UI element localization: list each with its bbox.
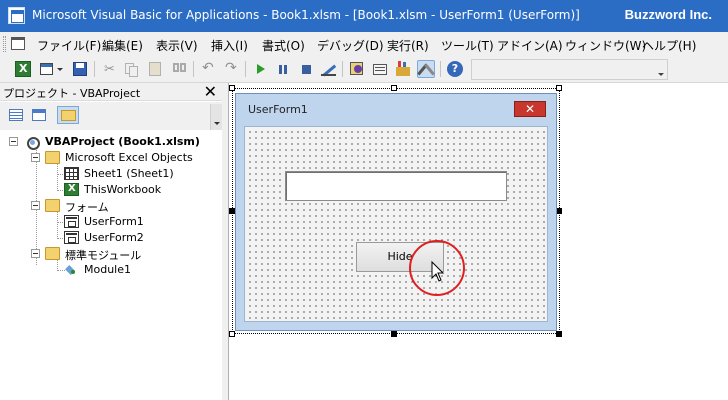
title-bar: Microsoft Visual Basic for Applications … — [0, 0, 728, 32]
toggle-folders-icon[interactable] — [57, 106, 79, 124]
help-icon[interactable]: ? — [446, 60, 464, 78]
redo-icon[interactable]: ↷ — [222, 60, 240, 78]
excel-view-icon[interactable]: X — [14, 60, 32, 78]
menu-addins[interactable]: アドイン(A) — [497, 37, 563, 54]
menu-insert[interactable]: 挿入(I) — [211, 37, 248, 54]
tree-connector — [57, 211, 58, 237]
system-menu-icon[interactable] — [11, 37, 25, 50]
explorer-toolbar-overflow[interactable] — [210, 104, 222, 130]
project-explorer-header: プロジェクト - VBAProject ✕ — [0, 83, 222, 101]
insert-dropdown-icon[interactable] — [56, 60, 64, 78]
resize-handle[interactable] — [391, 331, 397, 337]
folder-icon — [45, 199, 60, 212]
close-icon[interactable]: ✕ — [204, 83, 217, 101]
menu-file[interactable]: ファイル(F) — [37, 37, 101, 54]
mouse-pointer-icon — [431, 260, 445, 282]
menu-view[interactable]: 表示(V) — [156, 37, 198, 54]
window-title: Microsoft Visual Basic for Applications … — [32, 8, 580, 22]
userform-icon — [64, 231, 79, 244]
project-explorer-title: プロジェクト - VBAProject — [3, 87, 141, 100]
folder-icon — [45, 247, 60, 260]
resize-handle — [229, 331, 235, 337]
resize-handle[interactable] — [556, 331, 562, 337]
worksheet-icon — [64, 167, 79, 180]
save-icon[interactable] — [71, 60, 89, 78]
menu-bar: ファイル(F) 編集(E) 表示(V) 挿入(I) 書式(O) デバッグ(D) … — [0, 32, 728, 56]
resize-handle — [391, 85, 397, 91]
find-icon[interactable] — [170, 60, 188, 78]
menu-format[interactable]: 書式(O) — [262, 37, 305, 54]
userform-icon — [64, 215, 79, 228]
module-icon — [64, 263, 79, 276]
textbox-control[interactable] — [285, 171, 507, 201]
view-object-icon[interactable] — [31, 107, 48, 123]
project-tree: VBAProject (Book1.xlsm) Microsoft Excel … — [0, 131, 222, 400]
toolbar-separator — [193, 61, 194, 77]
project-explorer-toolbar — [0, 102, 222, 130]
userform-caption: UserForm1 — [248, 103, 308, 116]
vba-project-icon — [25, 135, 40, 150]
folder-icon — [45, 151, 60, 164]
toolbar-separator — [440, 61, 441, 77]
location-field[interactable] — [471, 59, 668, 80]
brand-label: Buzzword Inc. — [624, 7, 712, 22]
menu-window[interactable]: ウィンドウ(W) — [565, 37, 646, 54]
reset-icon[interactable] — [297, 60, 315, 78]
object-browser-icon[interactable] — [394, 60, 412, 78]
standard-toolbar: X ✂ ↶ ↷ ? — [0, 56, 728, 83]
project-explorer-icon[interactable] — [348, 60, 366, 78]
cut-icon[interactable]: ✂ — [100, 60, 118, 78]
collapse-toggle[interactable] — [31, 201, 40, 210]
menu-debug[interactable]: デバッグ(D) — [317, 37, 384, 54]
toolbox-icon[interactable] — [417, 60, 435, 78]
workbook-icon — [64, 183, 79, 196]
resize-handle — [556, 85, 562, 91]
userform-window[interactable]: UserForm1 ✕ — [235, 93, 557, 331]
toolbar-separator — [245, 61, 246, 77]
resize-handle — [229, 85, 235, 91]
copy-icon[interactable] — [122, 60, 140, 78]
userform-canvas[interactable] — [244, 126, 548, 322]
properties-window-icon[interactable] — [371, 60, 389, 78]
vba-app-icon[interactable] — [8, 7, 25, 24]
collapse-toggle[interactable] — [31, 153, 40, 162]
break-icon[interactable] — [274, 60, 292, 78]
menu-run[interactable]: 実行(R) — [387, 37, 429, 54]
paste-icon[interactable] — [146, 60, 164, 78]
menu-edit[interactable]: 編集(E) — [102, 37, 143, 54]
menu-grip[interactable] — [3, 36, 6, 52]
insert-userform-icon[interactable] — [38, 60, 56, 78]
tree-connector — [57, 163, 58, 189]
close-icon[interactable]: ✕ — [514, 101, 546, 117]
toolbar-separator — [94, 61, 95, 77]
menu-tools[interactable]: ツール(T) — [441, 37, 494, 54]
tree-connector — [57, 259, 58, 269]
menu-help[interactable]: ヘルプ(H) — [642, 37, 696, 54]
collapse-toggle[interactable] — [9, 137, 18, 146]
undo-icon[interactable]: ↶ — [199, 60, 217, 78]
pane-splitter[interactable] — [222, 83, 229, 400]
toolbar-separator — [342, 61, 343, 77]
view-code-icon[interactable] — [8, 107, 25, 123]
collapse-toggle[interactable] — [31, 249, 40, 258]
design-mode-icon[interactable] — [320, 60, 338, 78]
run-icon[interactable] — [251, 60, 269, 78]
